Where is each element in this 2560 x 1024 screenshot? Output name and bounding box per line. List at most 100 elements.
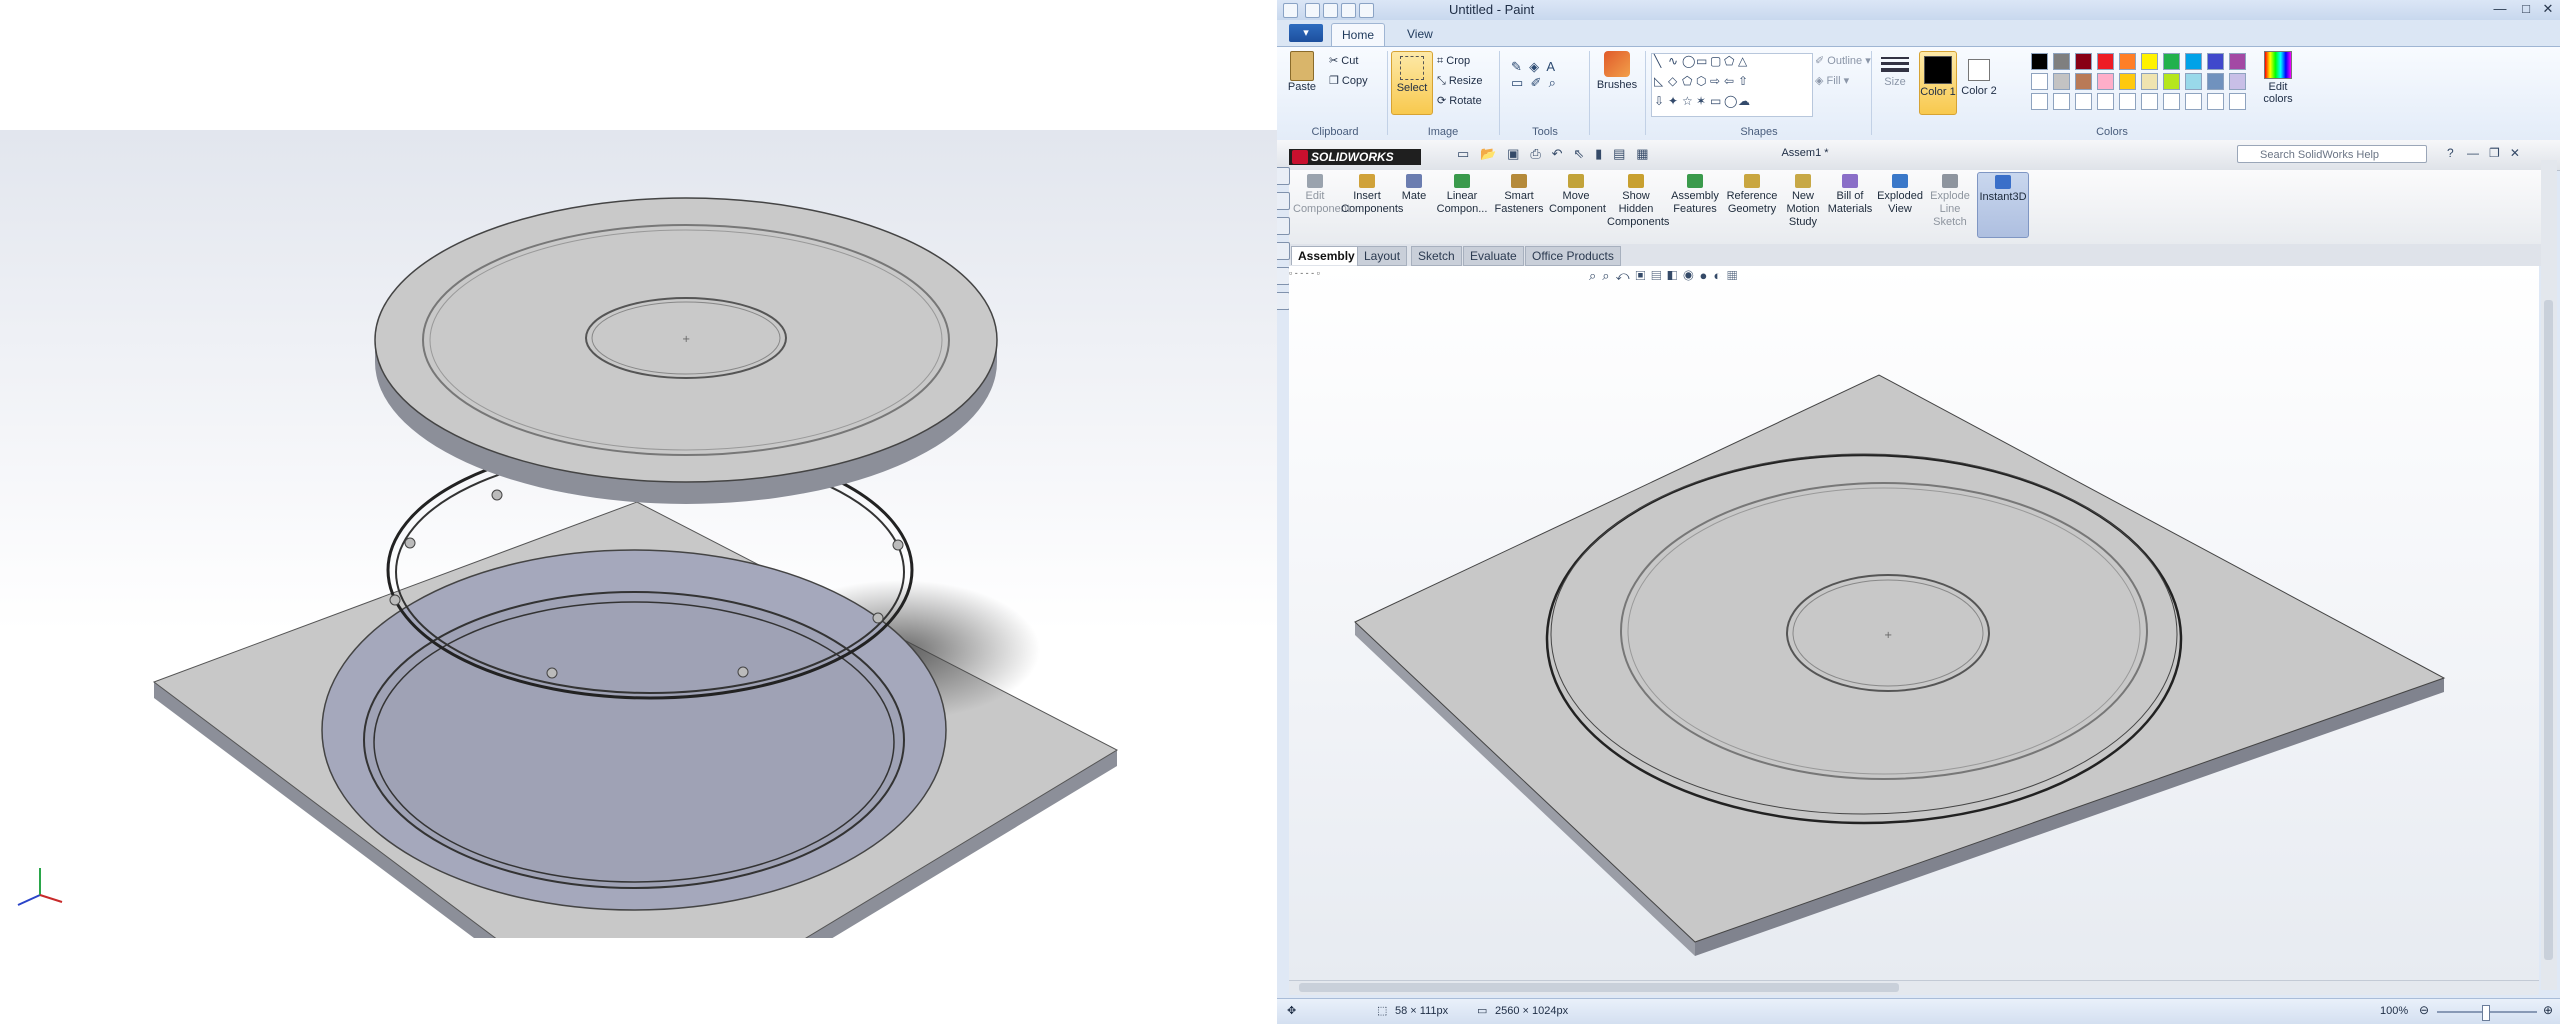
left-arrow-shape-icon[interactable]: ⇦ [1724,74,1734,88]
palette-swatch[interactable] [2119,73,2136,90]
sw-tab-assembly[interactable]: Assembly [1291,246,1362,265]
horizontal-scrollbar[interactable] [1289,980,2539,995]
cloud-callout-shape-icon[interactable]: ☁ [1738,94,1750,108]
color2-button[interactable]: Color 2 [1961,51,1997,97]
palette-swatch[interactable] [2163,53,2180,70]
palette-swatch[interactable] [2053,53,2070,70]
home-icon[interactable] [1277,167,1290,185]
paste-button[interactable]: Paste [1285,51,1319,93]
palette-swatch[interactable] [2075,73,2092,90]
custom-color-slot[interactable] [2119,93,2136,110]
tab-home[interactable]: Home [1331,23,1386,46]
redo-icon[interactable] [1341,3,1356,18]
right-triangle-shape-icon[interactable]: ◺ [1654,74,1663,88]
polygon-shape-icon[interactable]: ⬠ [1724,54,1734,68]
sw-tab-sketch[interactable]: Sketch [1411,246,1462,266]
palette-swatch[interactable] [2031,73,2048,90]
palette-swatch[interactable] [2229,73,2246,90]
palette-swatch[interactable] [2031,53,2048,70]
sw-restore-icon[interactable]: ❐ [2489,146,2500,160]
palette-swatch[interactable] [2207,73,2224,90]
pencil-icon[interactable]: ✎ [1511,59,1522,74]
tab-view[interactable]: View [1397,23,1443,45]
palette-swatch[interactable] [2097,73,2114,90]
sw-tab-layout[interactable]: Layout [1357,246,1408,266]
magnifier-icon[interactable]: ⌕ [1549,75,1556,90]
crop-button[interactable]: ⌗ Crop [1437,53,1470,69]
save-icon[interactable] [1305,3,1320,18]
palette-swatch[interactable] [2097,53,2114,70]
cmd-show-hidden-components[interactable]: Show Hidden Components [1607,172,1669,229]
horizontal-scroll-thumb[interactable] [1299,983,1899,992]
sw-graphics-area[interactable]: ⌕⌕↶▣▤◧◉●◐▦ ▫ - - - - ▫ + [1289,266,2539,980]
text-icon[interactable]: A [1546,59,1555,74]
cmd-new-motion-study[interactable]: New Motion Study [1783,172,1823,229]
pentagon-shape-icon[interactable]: ⬠ [1682,74,1692,88]
size-button[interactable]: Size [1877,51,1913,88]
palette-swatch[interactable] [2119,53,2136,70]
close-button[interactable]: ✕ [2535,0,2560,18]
cmd-insert-components[interactable]: Insert Components [1341,172,1403,216]
palette-swatch[interactable] [2163,73,2180,90]
color-picker-icon[interactable]: ✐ [1531,75,1542,90]
cmd-exploded-view[interactable]: Exploded View [1877,172,1923,216]
vertical-scroll-thumb[interactable] [2544,300,2553,960]
sw-tab-office-products[interactable]: Office Products [1525,246,1621,266]
select-button[interactable]: Select [1391,51,1433,115]
vertical-scrollbar[interactable] [2541,160,2557,990]
triangle-shape-icon[interactable]: △ [1738,54,1747,68]
options-icon[interactable]: ▦ [1636,146,1648,161]
file-properties-icon[interactable]: ▤ [1613,146,1625,161]
print-icon[interactable]: ⎙ [1530,146,1540,161]
palette-swatch[interactable] [2141,73,2158,90]
fill-dropdown[interactable]: ◈ Fill ▾ [1815,73,1849,89]
select-arrow-icon[interactable]: ⇖ [1573,146,1584,161]
custom-color-slot[interactable] [2097,93,2114,110]
oval-callout-shape-icon[interactable]: ◯ [1724,94,1737,108]
rebuild-icon[interactable]: ▮ [1595,146,1602,161]
custom-color-slot[interactable] [2207,93,2224,110]
cmd-mate[interactable]: Mate [1397,172,1431,203]
new-document-icon[interactable]: ▭ [1457,146,1469,161]
zoom-slider-thumb[interactable] [2482,1005,2490,1021]
view-palette-icon[interactable] [1277,242,1290,260]
cmd-assembly-features[interactable]: Assembly Features [1669,172,1721,216]
cmd-linear-compon[interactable]: Linear Compon... [1435,172,1489,216]
palette-swatch[interactable] [2053,73,2070,90]
palette-swatch[interactable] [2141,53,2158,70]
cmd-edit-component[interactable]: Edit Component [1293,172,1350,216]
cmd-instant3d[interactable]: Instant3D [1977,172,2029,238]
cut-button[interactable]: ✂ Cut [1329,53,1358,69]
undo-arrow-icon[interactable]: ↶ [1552,146,1563,161]
rotate-button[interactable]: ⟳ Rotate [1437,93,1482,109]
hexagon-shape-icon[interactable]: ⬡ [1696,74,1706,88]
diamond-shape-icon[interactable]: ◇ [1668,74,1677,88]
six-point-star-shape-icon[interactable]: ✶ [1696,94,1706,108]
right-arrow-shape-icon[interactable]: ⇨ [1710,74,1720,88]
custom-color-slot[interactable] [2163,93,2180,110]
eraser-icon[interactable]: ▭ [1511,75,1523,90]
fill-icon[interactable]: ◈ [1529,59,1539,74]
rectangle-shape-icon[interactable]: ▭ [1696,54,1707,68]
palette-swatch[interactable] [2229,53,2246,70]
sw-tab-evaluate[interactable]: Evaluate [1463,246,1524,266]
sw-close-icon[interactable]: ✕ [2510,146,2520,160]
sw-minimize-icon[interactable]: — [2467,146,2479,160]
copy-button[interactable]: ❐ Copy [1329,73,1368,89]
paint-menu-button[interactable]: ▾ [1289,24,1323,42]
customize-toolbar-icon[interactable] [1359,3,1374,18]
zoom-in-icon[interactable]: ⊕ [2543,1003,2553,1017]
line-shape-icon[interactable]: ╲ [1654,54,1661,68]
five-point-star-shape-icon[interactable]: ☆ [1682,94,1693,108]
undo-icon[interactable] [1323,3,1338,18]
cmd-move-component[interactable]: Move Component [1549,172,1606,216]
minimize-button[interactable]: — [2487,0,2513,18]
curve-shape-icon[interactable]: ∿ [1668,54,1678,68]
help-search-input[interactable]: Search SolidWorks Help [2237,145,2427,163]
oval-shape-icon[interactable]: ◯ [1682,54,1695,68]
custom-color-slot[interactable] [2053,93,2070,110]
file-explorer-icon[interactable] [1277,217,1290,235]
rounded-rectangle-shape-icon[interactable]: ▢ [1710,54,1721,68]
cmd-explode-line-sketch[interactable]: Explode Line Sketch [1927,172,1973,229]
custom-color-slot[interactable] [2141,93,2158,110]
